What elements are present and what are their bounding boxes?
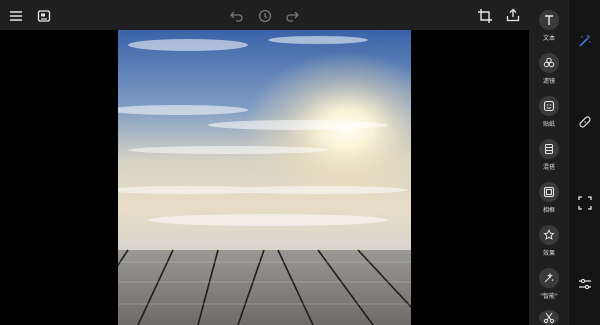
tool-label: 效果 (542, 250, 555, 257)
save-image-icon[interactable] (36, 8, 52, 24)
tool-smart[interactable]: "智能" (529, 262, 569, 302)
tool-label: 贴纸 (542, 121, 555, 128)
scissors-icon (539, 310, 559, 325)
tool-label: 相框 (542, 207, 555, 214)
filter-icon (539, 53, 559, 73)
top-toolbar (0, 0, 529, 30)
redo-icon[interactable] (284, 8, 300, 24)
menu-icon[interactable] (8, 8, 24, 24)
tools-column: 文本 滤镜 贴纸 混搭 相框 效果 "智能" (529, 0, 569, 325)
tool-label: "智能" (540, 293, 558, 300)
blend-icon (539, 139, 559, 159)
side-panel (569, 0, 600, 325)
photo-canvas[interactable] (118, 30, 411, 325)
tool-more[interactable] (529, 304, 569, 325)
text-icon (539, 10, 559, 30)
magic-wand-icon[interactable] (576, 32, 594, 50)
tool-blend[interactable]: 混搭 (529, 133, 569, 173)
frame-icon (539, 182, 559, 202)
share-icon[interactable] (505, 7, 521, 23)
history-icon[interactable] (256, 7, 274, 25)
sticker-icon (539, 96, 559, 116)
undo-icon[interactable] (229, 8, 245, 24)
tool-frame[interactable]: 相框 (529, 176, 569, 216)
crop-icon[interactable] (477, 8, 493, 24)
tool-text[interactable]: 文本 (529, 4, 569, 44)
smart-icon (539, 268, 559, 288)
star-icon (539, 225, 559, 245)
tool-label: 混搭 (542, 164, 555, 171)
tool-label: 滤镜 (542, 78, 555, 85)
tool-sticker[interactable]: 贴纸 (529, 90, 569, 130)
tool-filter[interactable]: 滤镜 (529, 47, 569, 87)
tool-label: 文本 (542, 35, 555, 42)
selection-icon[interactable] (576, 194, 594, 212)
adjust-sliders-icon[interactable] (576, 275, 594, 293)
bandage-icon[interactable] (576, 113, 594, 131)
photo-image (118, 30, 411, 325)
tool-effect[interactable]: 效果 (529, 219, 569, 259)
